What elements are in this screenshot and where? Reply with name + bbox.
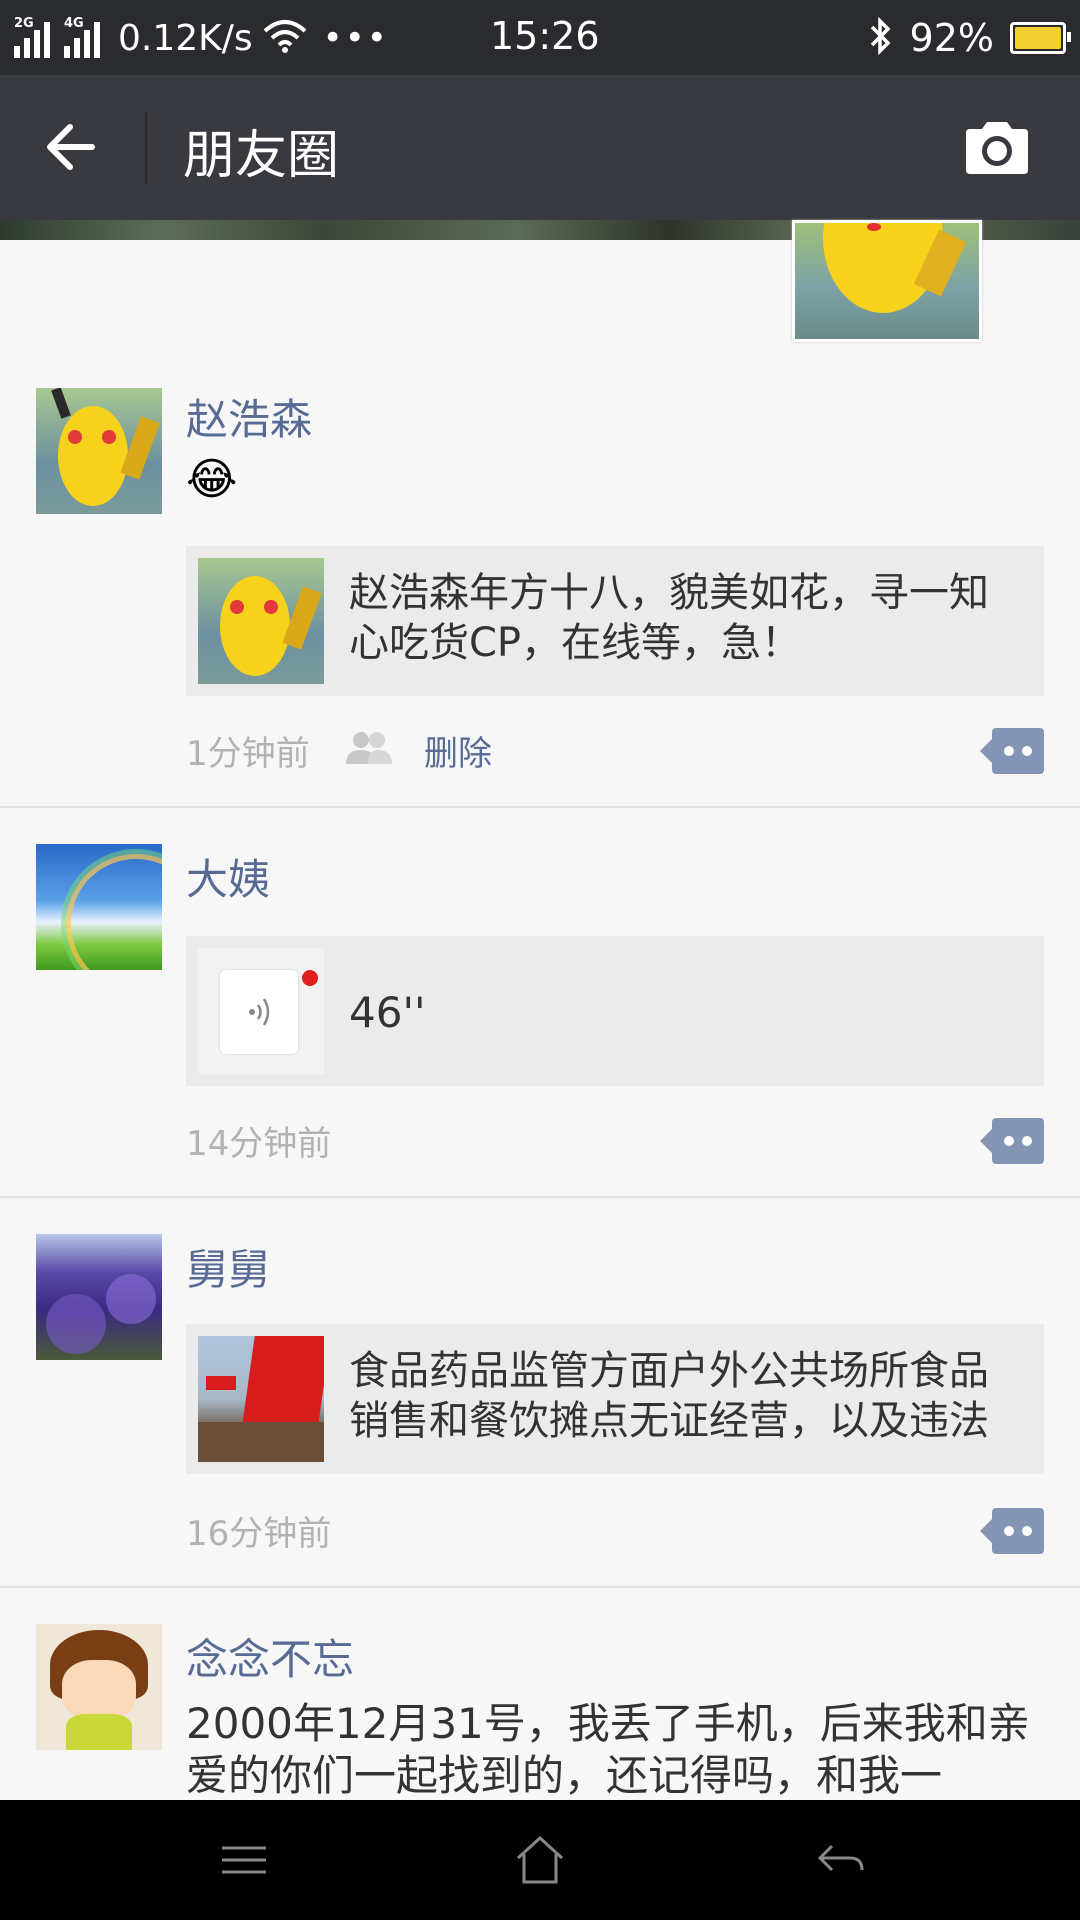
title-divider [145,113,147,183]
avatar[interactable] [36,388,162,514]
back-nav-button[interactable] [810,1830,870,1890]
back-button[interactable] [40,115,104,179]
my-avatar[interactable] [792,220,982,342]
avatar[interactable] [36,844,162,970]
post-time: 1分钟前 [186,734,310,774]
camera-button[interactable] [962,119,1032,177]
post-author[interactable]: 赵浩森 [186,386,312,447]
moment-post: 念念不忘 2000年12月31号，我丢了手机，后来我和亲爱的你们一起找到的，还记… [0,1586,1080,1800]
voice-play-area[interactable] [198,948,324,1074]
back-nav-icon [817,1844,864,1872]
post-author[interactable]: 舅舅 [186,1236,270,1297]
wifi-icon [263,19,307,57]
status-bar: 2G 4G 0.12K/s ••• 15:26 92% [0,0,1080,75]
title-bar: 朋友圈 [0,75,1080,220]
arrow-left-icon [47,124,95,170]
share-thumbnail [198,558,324,684]
share-title: 赵浩森年方十八，貌美如花，寻一知心吃货CP，在线等，急！ [349,570,989,666]
delete-button[interactable]: 删除 [424,726,492,775]
post-author[interactable]: 大姨 [186,846,270,907]
emoji-laugh-cry-icon: 😂 [186,454,238,505]
network-speed: 0.12K/s [118,17,253,59]
voice-duration: 46'' [349,988,426,1037]
network-2g-label: 2G [14,16,34,31]
shared-link-card[interactable]: 食品药品监管方面户外公共场所食品销售和餐饮摊点无证经营，以及违法 [186,1324,1044,1474]
bluetooth-icon [866,16,896,60]
post-author[interactable]: 念念不忘 [186,1626,354,1687]
comment-button[interactable] [980,728,1044,774]
system-nav-bar [0,1800,1080,1920]
network-4g-label: 4G [64,16,84,31]
page-title: 朋友圈 [183,126,340,186]
voice-bubble [220,970,298,1054]
comment-button[interactable] [980,1118,1044,1164]
voice-wave-icon [249,998,270,1026]
battery-percent: 92% [909,16,994,60]
moment-post: 大姨 46'' 14分钟前 [0,806,1080,1198]
visibility-friends-icon [344,730,394,770]
share-title: 食品药品监管方面户外公共场所食品销售和餐饮摊点无证经营，以及违法 [349,1348,989,1444]
share-thumbnail [198,1336,324,1462]
signal-4g-icon: 4G [64,16,104,58]
camera-icon [966,122,1028,174]
clock: 15:26 [490,14,600,58]
signal-2g-icon: 2G [14,16,54,58]
battery-icon [1010,22,1071,54]
comment-button[interactable] [980,1508,1044,1554]
home-icon [516,1835,564,1884]
home-button[interactable] [510,1830,570,1890]
more-notifications-icon: ••• [322,18,389,58]
unread-dot [302,970,318,986]
post-time: 14分钟前 [186,1124,332,1164]
post-time: 16分钟前 [186,1514,332,1554]
avatar[interactable] [36,1234,162,1360]
moment-post: 舅舅 食品药品监管方面户外公共场所食品销售和餐饮摊点无证经营，以及违法 16分钟… [0,1196,1080,1588]
post-text: 2000年12月31号，我丢了手机，后来我和亲爱的你们一起找到的，还记得吗，和我… [186,1699,1030,1800]
shared-link-card[interactable]: 赵浩森年方十八，貌美如花，寻一知心吃货CP，在线等，急！ [186,546,1044,696]
moment-post: 赵浩森 😂 赵浩森年方十八，貌美如花，寻一知心吃货CP，在线等，急！ 1分钟前 … [0,386,1080,808]
menu-button[interactable] [214,1830,274,1890]
avatar[interactable] [36,1624,162,1750]
menu-icon [222,1846,266,1874]
voice-message-card[interactable]: 46'' [186,936,1044,1086]
